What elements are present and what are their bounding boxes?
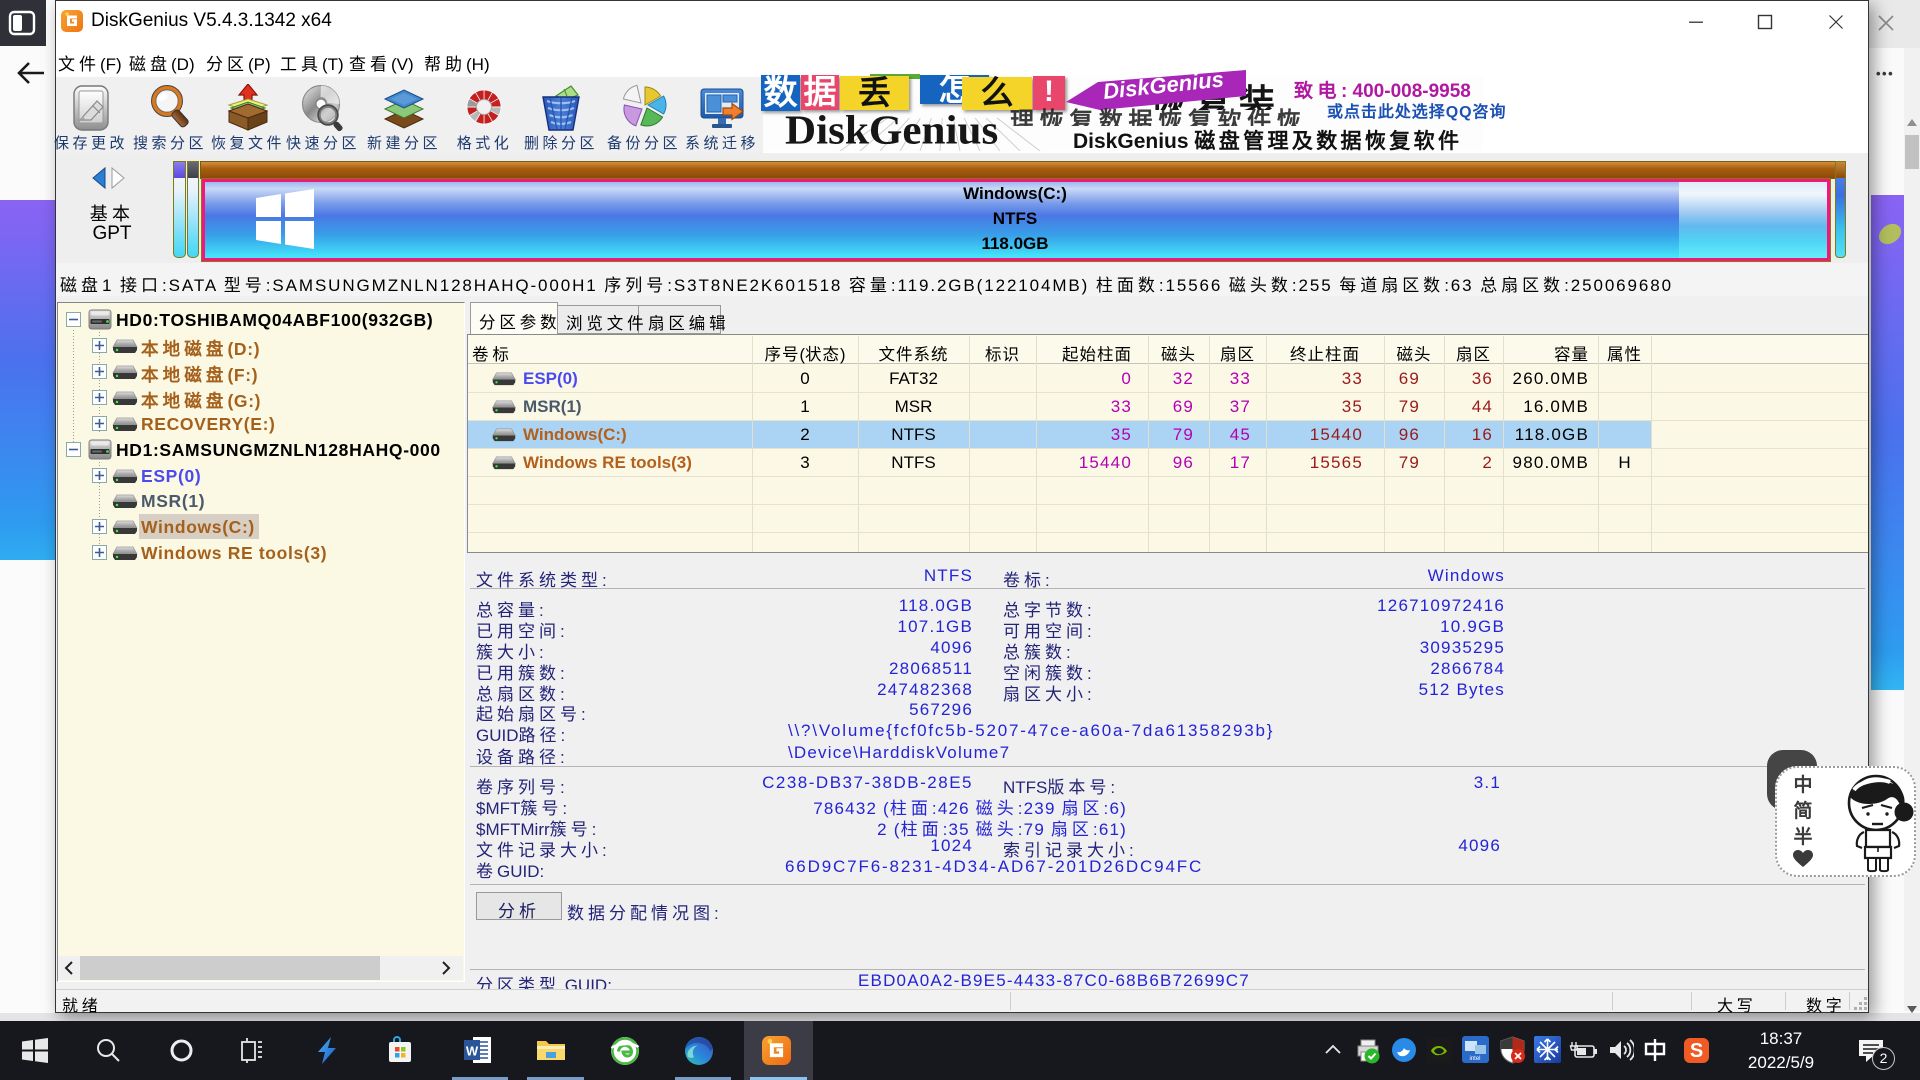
svg-text:intel: intel [1469,1056,1480,1062]
svg-text:W: W [466,1044,479,1059]
